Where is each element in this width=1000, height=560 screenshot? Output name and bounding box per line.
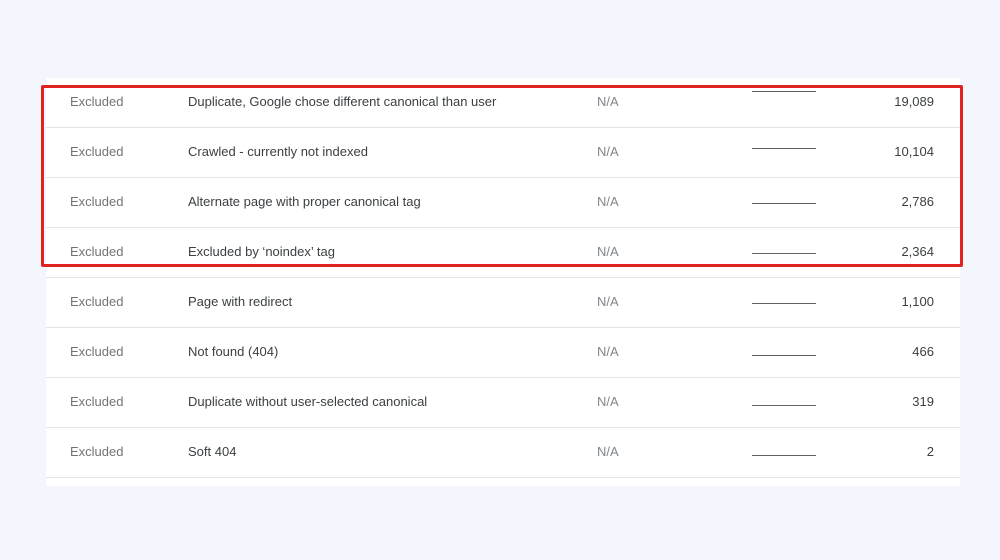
trend-sparkline: [752, 203, 816, 204]
table-row[interactable]: Excluded Not found (404) N/A 466: [46, 328, 960, 378]
table-row[interactable]: Excluded Excluded by ‘noindex’ tag N/A 2…: [46, 228, 960, 278]
validation-cell: N/A: [597, 244, 619, 259]
reason-cell: Not found (404): [188, 344, 279, 359]
status-cell: Excluded: [70, 144, 124, 159]
reason-cell: Duplicate without user-selected canonica…: [188, 394, 428, 409]
validation-cell: N/A: [597, 194, 619, 209]
table-row[interactable]: Excluded Crawled - currently not indexed…: [46, 128, 960, 178]
pages-cell: 2,364: [901, 244, 934, 259]
validation-cell: N/A: [597, 444, 619, 459]
pages-cell: 10,104: [894, 144, 934, 159]
pages-cell: 19,089: [894, 94, 934, 109]
status-cell: Excluded: [70, 194, 124, 209]
validation-cell: N/A: [597, 144, 619, 159]
pages-cell: 2,786: [901, 194, 934, 209]
validation-cell: N/A: [597, 294, 619, 309]
table-row[interactable]: Excluded Alternate page with proper cano…: [46, 178, 960, 228]
reason-cell: Excluded by ‘noindex’ tag: [188, 244, 335, 259]
pages-cell: 2: [926, 444, 934, 459]
trend-sparkline: [752, 91, 816, 92]
validation-cell: N/A: [597, 394, 619, 409]
pages-cell: 466: [912, 344, 934, 359]
table-row[interactable]: Excluded Duplicate without user-selected…: [46, 378, 960, 428]
validation-cell: N/A: [597, 94, 619, 109]
reason-cell: Duplicate, Google chose different canoni…: [188, 94, 497, 109]
status-cell: Excluded: [70, 294, 124, 309]
pages-cell: 319: [912, 394, 934, 409]
trend-sparkline: [752, 455, 816, 456]
trend-sparkline: [752, 303, 816, 304]
trend-sparkline: [752, 355, 816, 356]
validation-cell: N/A: [597, 344, 619, 359]
reason-cell: Alternate page with proper canonical tag: [188, 194, 421, 209]
status-cell: Excluded: [70, 394, 124, 409]
status-cell: Excluded: [70, 444, 124, 459]
reason-cell: Crawled - currently not indexed: [188, 144, 368, 159]
status-cell: Excluded: [70, 244, 124, 259]
trend-sparkline: [752, 405, 816, 406]
coverage-details-table: Excluded Duplicate, Google chose differe…: [46, 78, 960, 486]
trend-sparkline: [752, 148, 816, 149]
pages-cell: 1,100: [901, 294, 934, 309]
status-cell: Excluded: [70, 94, 124, 109]
table-row[interactable]: Excluded Soft 404 N/A 2: [46, 428, 960, 478]
status-cell: Excluded: [70, 344, 124, 359]
reason-cell: Soft 404: [188, 444, 237, 459]
trend-sparkline: [752, 253, 816, 254]
reason-cell: Page with redirect: [188, 294, 293, 309]
table-row[interactable]: Excluded Duplicate, Google chose differe…: [46, 78, 960, 128]
table-row[interactable]: Excluded Page with redirect N/A 1,100: [46, 278, 960, 328]
